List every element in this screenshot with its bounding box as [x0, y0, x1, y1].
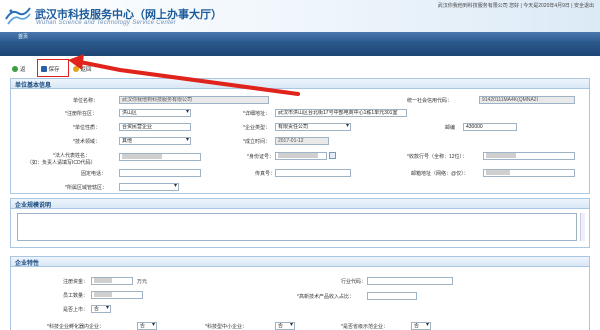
industry-code-label: 行业代码： [341, 279, 367, 285]
district-label: *注册所在区： [65, 111, 97, 117]
postcode-label: 邮编 [445, 125, 456, 131]
founded-label: *成立时间： [243, 139, 270, 145]
phone-label: 固定电话： [81, 171, 107, 177]
email-field[interactable] [483, 169, 575, 177]
sme-label: *科技型中小企业： [205, 324, 247, 330]
idno-label: *身份证号： [247, 154, 274, 160]
scale-panel: 企业规模说明 [10, 198, 590, 248]
contact-field[interactable] [119, 153, 201, 161]
credit-code-label: 统一社会信用代码： [407, 98, 453, 104]
annotation-arrow [68, 54, 300, 96]
industry-code-field[interactable] [367, 277, 453, 285]
region-label: *所属区域管辖区： [65, 185, 107, 191]
contact-hint: （如：负责人请填写ICD代码） [27, 160, 96, 166]
hightech-field[interactable] [367, 292, 417, 300]
capital-unit: 万元 [137, 279, 148, 285]
idno-field[interactable] [275, 152, 327, 160]
industry-label: *技术领域： [73, 139, 100, 145]
hightech-label: *高新技术产品收入占比： [297, 294, 354, 300]
demo-select[interactable]: 否 [411, 322, 431, 330]
industry-select[interactable]: 其他 [119, 137, 191, 145]
type-label: *企业类型： [243, 125, 270, 131]
site-subtitle: Wuhan Science and Technology Service Cen… [36, 20, 177, 26]
page: { "header": { "title_cn": "武汉市科技服务中心（网上办… [0, 0, 600, 330]
founded-field[interactable]: 2017-01-12 [275, 137, 329, 145]
textarea-scrollbar[interactable] [580, 213, 585, 241]
phone-field[interactable] [119, 169, 201, 177]
scale-textarea[interactable] [17, 213, 577, 241]
listed-select[interactable]: 否 [91, 305, 111, 313]
capital-field[interactable] [91, 277, 133, 285]
bank-label: *收款行号（全称：12位）： [407, 154, 468, 160]
type-select[interactable]: 有限责任公司 [275, 123, 351, 131]
credit-code-field[interactable]: 91420111MA4K(QMNA2I [479, 96, 575, 104]
user-info[interactable]: 武汉你我他到科技服务有限公司 您好 | 今天是2020年4月9日 | 安全退出 [438, 2, 594, 9]
check-icon [12, 66, 18, 72]
site-header: 武汉市科技服务中心（网上办事大厅） Wuhan Science and Tech… [0, 0, 600, 32]
address-label: *详细地址： [243, 111, 270, 117]
nature-field[interactable]: 合资民营企业 [119, 123, 191, 131]
capital-label: 注册资金： [63, 279, 89, 285]
toolbar-check[interactable]: 返 [10, 64, 28, 74]
demo-label: *是否省级示范企业： [341, 324, 388, 330]
scale-title: 企业规模说明 [11, 199, 589, 209]
contact-label: *法人代表姓名： [53, 153, 90, 159]
features-panel: 企业特性 注册资金： 万元 行业代码： 员工数量： *高新技术产品收入占比： 是… [10, 256, 590, 330]
features-title: 企业特性 [11, 257, 589, 267]
site-logo-icon [5, 7, 31, 25]
employees-field[interactable] [91, 291, 143, 299]
nature-label: *单位性质： [73, 125, 100, 131]
nav-home-link[interactable]: 首页 [18, 33, 28, 40]
bank-field[interactable] [483, 152, 575, 160]
sme-select[interactable]: 否 [275, 322, 295, 330]
district-select[interactable]: 洪山区 [119, 109, 191, 117]
employees-label: 员工数量： [63, 293, 89, 299]
region-select[interactable] [119, 183, 179, 191]
toolbar-back-short: 返 [20, 67, 26, 73]
fax-label: 传真号： [255, 171, 276, 177]
address-field[interactable]: 武汉市洪山区台北街17号中部电商中心1栋1单元301室 [275, 109, 407, 117]
incubator-select[interactable]: 否 [137, 322, 157, 330]
incubator-label: *科技企业孵化器内企业： [47, 324, 104, 330]
listed-label: 是否上市： [63, 307, 89, 313]
calendar-icon[interactable] [329, 152, 336, 159]
postcode-field[interactable]: 430000 [463, 123, 517, 131]
fax-field[interactable] [275, 169, 351, 177]
email-label: 邮箱地址（网络：@仅）： [411, 171, 469, 177]
